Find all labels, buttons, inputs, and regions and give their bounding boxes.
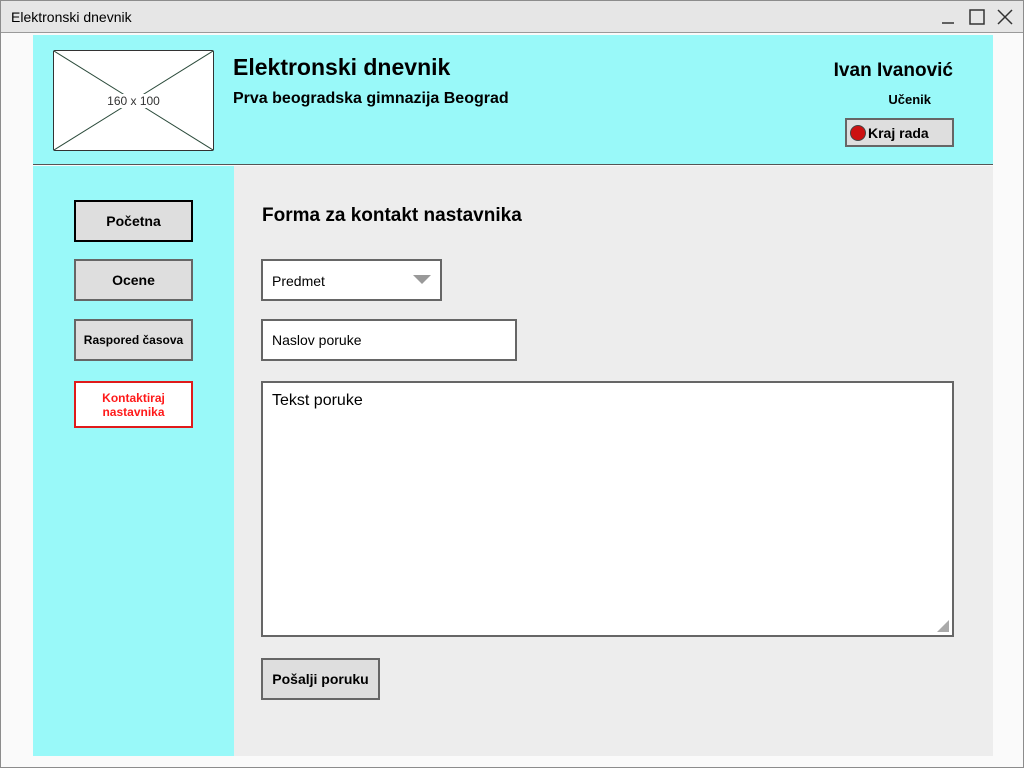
school-name: Prva beogradska gimnazija Beograd [233, 90, 509, 107]
page-header: 160 x 100 Elektronski dnevnik Prva beogr… [33, 35, 993, 165]
message-subject-input[interactable] [261, 319, 517, 361]
app-title: Elektronski dnevnik [233, 54, 451, 80]
minimize-icon[interactable] [939, 7, 959, 27]
chevron-down-icon [413, 275, 431, 284]
app-window: Elektronski dnevnik 160 x 100 Elektronsk… [0, 0, 1024, 768]
close-icon[interactable] [995, 7, 1015, 27]
resize-grip-icon[interactable] [937, 620, 949, 632]
subject-select-value: Predmet [272, 273, 325, 289]
logo-placeholder: 160 x 100 [53, 50, 214, 151]
sidebar: Početna Ocene Raspored časova Kontaktira… [33, 166, 234, 756]
send-message-button[interactable]: Pošalji poruku [261, 658, 380, 700]
message-body-textarea[interactable] [261, 381, 954, 637]
logout-button[interactable]: Kraj rada [845, 118, 954, 147]
subject-select[interactable]: Predmet [261, 259, 442, 301]
form-title: Forma za kontakt nastavnika [262, 205, 522, 226]
nav-grades-button[interactable]: Ocene [74, 259, 193, 301]
user-name: Ivan Ivanović [833, 60, 953, 81]
logout-label: Kraj rada [868, 125, 929, 141]
app-container: 160 x 100 Elektronski dnevnik Prva beogr… [33, 35, 993, 756]
main-content: Forma za kontakt nastavnika Predmet Poša… [234, 166, 993, 756]
nav-contact-teacher-button[interactable]: Kontaktiraj nastavnika [74, 381, 193, 428]
maximize-icon[interactable] [967, 7, 987, 27]
nav-schedule-button[interactable]: Raspored časova [74, 319, 193, 361]
logo-size-label: 160 x 100 [105, 94, 162, 108]
window-titlebar: Elektronski dnevnik [1, 1, 1023, 33]
nav-home-button[interactable]: Početna [74, 200, 193, 242]
stop-circle-icon [850, 125, 866, 141]
window-title: Elektronski dnevnik [11, 9, 132, 25]
user-role: Učenik [888, 92, 931, 107]
